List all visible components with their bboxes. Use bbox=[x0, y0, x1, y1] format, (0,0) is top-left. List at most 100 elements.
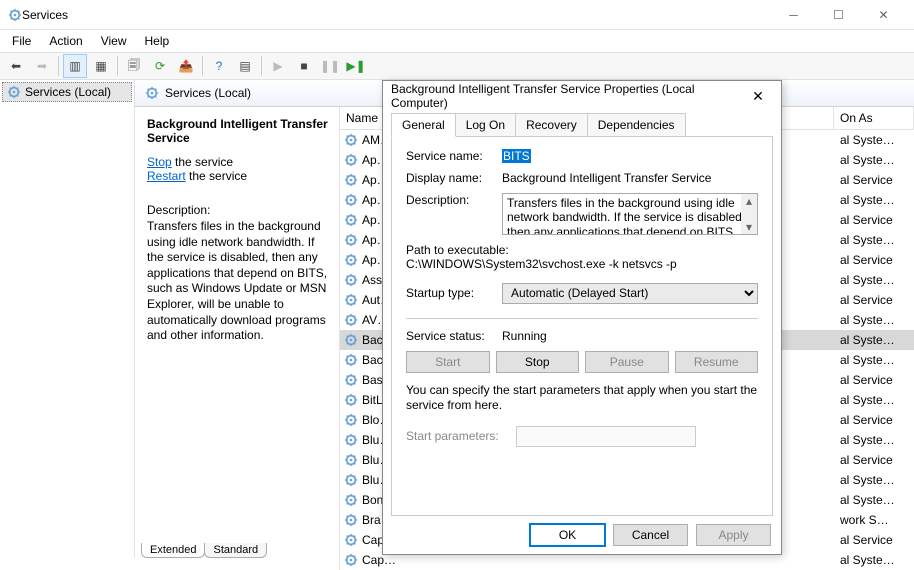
dialog-close-button[interactable]: ✕ bbox=[743, 88, 773, 105]
maximize-button[interactable]: ☐ bbox=[816, 0, 861, 29]
cancel-button[interactable]: Cancel bbox=[613, 524, 688, 546]
gear-icon bbox=[344, 393, 358, 407]
tab-recovery[interactable]: Recovery bbox=[515, 113, 588, 137]
service-logon-cell: al Service bbox=[840, 253, 910, 267]
description-label: Description: bbox=[147, 203, 329, 217]
dialog-title: Background Intelligent Transfer Service … bbox=[391, 82, 743, 110]
service-logon-cell: al Syste… bbox=[840, 233, 910, 247]
path-label: Path to executable: bbox=[406, 243, 758, 257]
dialog-resume-button: Resume bbox=[675, 351, 759, 373]
service-logon-cell: al Syste… bbox=[840, 273, 910, 287]
service-logon-cell: al Service bbox=[840, 173, 910, 187]
dialog-description-label: Description: bbox=[406, 193, 502, 207]
tab-standard[interactable]: Standard bbox=[204, 543, 267, 558]
description-scrollbar[interactable]: ▴▾ bbox=[741, 194, 757, 234]
gear-icon bbox=[344, 233, 358, 247]
tree-root-item[interactable]: Services (Local) bbox=[2, 82, 132, 102]
service-name-value[interactable]: BITS bbox=[502, 149, 531, 163]
menu-help[interactable]: Help bbox=[137, 32, 178, 50]
gear-icon bbox=[344, 553, 358, 567]
dialog-pause-button: Pause bbox=[585, 351, 669, 373]
start-params-label: Start parameters: bbox=[406, 429, 506, 443]
service-logon-cell: al Syste… bbox=[840, 153, 910, 167]
properties-button[interactable]: 🗐 bbox=[122, 54, 146, 78]
service-name-cell: Cap… bbox=[362, 553, 396, 567]
help-button[interactable]: ? bbox=[207, 54, 231, 78]
tab-logon[interactable]: Log On bbox=[455, 113, 516, 137]
start-params-input bbox=[516, 426, 696, 447]
service-logon-cell: al Service bbox=[840, 373, 910, 387]
menu-action[interactable]: Action bbox=[41, 32, 90, 50]
action-button[interactable]: ▤ bbox=[233, 54, 257, 78]
stop-service-button[interactable]: ■ bbox=[292, 54, 316, 78]
service-logon-cell: al Syste… bbox=[840, 433, 910, 447]
stop-link[interactable]: Stop bbox=[147, 155, 172, 169]
gear-icon bbox=[145, 86, 159, 100]
startup-type-label: Startup type: bbox=[406, 286, 502, 300]
window-titlebar: Services ─ ☐ ✕ bbox=[0, 0, 914, 30]
pause-service-button[interactable]: ❚❚ bbox=[318, 54, 342, 78]
tree-pane: Services (Local) bbox=[0, 80, 135, 558]
menu-view[interactable]: View bbox=[93, 32, 135, 50]
restart-service-button[interactable]: ▶❚ bbox=[344, 54, 368, 78]
service-logon-cell: al Syste… bbox=[840, 393, 910, 407]
window-title: Services bbox=[22, 8, 68, 22]
content-header-label: Services (Local) bbox=[165, 86, 251, 100]
close-button[interactable]: ✕ bbox=[861, 0, 906, 29]
gear-icon bbox=[344, 293, 358, 307]
gear-icon bbox=[344, 433, 358, 447]
gear-icon bbox=[344, 513, 358, 527]
dialog-start-button: Start bbox=[406, 351, 490, 373]
gear-icon bbox=[344, 333, 358, 347]
service-logon-cell: al Service bbox=[840, 413, 910, 427]
apply-button: Apply bbox=[696, 524, 771, 546]
service-name-label: Service name: bbox=[406, 149, 502, 163]
dialog-description-box[interactable]: Transfers files in the background using … bbox=[502, 193, 758, 235]
tab-dependencies[interactable]: Dependencies bbox=[587, 113, 686, 137]
service-logon-cell: al Service bbox=[840, 213, 910, 227]
service-status-label: Service status: bbox=[406, 329, 502, 343]
show-hide-tree-button[interactable]: ▥ bbox=[63, 54, 87, 78]
menu-file[interactable]: File bbox=[4, 32, 39, 50]
gear-icon bbox=[344, 413, 358, 427]
column-logon[interactable]: On As bbox=[834, 107, 914, 129]
view-button[interactable]: ▦ bbox=[89, 54, 113, 78]
service-logon-cell: al Syste… bbox=[840, 333, 910, 347]
menubar: File Action View Help bbox=[0, 30, 914, 52]
gear-icon bbox=[344, 473, 358, 487]
service-status-value: Running bbox=[502, 329, 547, 343]
gear-icon bbox=[344, 133, 358, 147]
service-logon-cell: al Service bbox=[840, 453, 910, 467]
service-logon-cell: al Syste… bbox=[840, 553, 910, 567]
startup-type-select[interactable]: Automatic (Delayed Start) bbox=[502, 283, 758, 304]
gear-icon bbox=[344, 153, 358, 167]
service-logon-cell: work S… bbox=[840, 513, 910, 527]
app-icon bbox=[8, 8, 22, 22]
export-button[interactable]: 📤 bbox=[174, 54, 198, 78]
minimize-button[interactable]: ─ bbox=[771, 0, 816, 29]
gear-icon bbox=[344, 213, 358, 227]
ok-button[interactable]: OK bbox=[530, 524, 605, 546]
tab-extended[interactable]: Extended bbox=[141, 543, 205, 558]
selected-service-name: Background Intelligent Transfer Service bbox=[147, 117, 329, 145]
back-button[interactable]: ⬅ bbox=[4, 54, 28, 78]
properties-dialog: Background Intelligent Transfer Service … bbox=[382, 80, 782, 555]
service-logon-cell: al Syste… bbox=[840, 493, 910, 507]
service-logon-cell: al Syste… bbox=[840, 473, 910, 487]
detail-pane: Background Intelligent Transfer Service … bbox=[135, 107, 340, 570]
display-name-value: Background Intelligent Transfer Service bbox=[502, 171, 758, 185]
dialog-stop-button[interactable]: Stop bbox=[496, 351, 580, 373]
gear-icon bbox=[344, 453, 358, 467]
forward-button[interactable]: ➡ bbox=[30, 54, 54, 78]
start-service-button[interactable]: ▶ bbox=[266, 54, 290, 78]
tab-general[interactable]: General bbox=[391, 113, 456, 137]
gear-icon bbox=[344, 253, 358, 267]
start-params-note: You can specify the start parameters tha… bbox=[406, 383, 758, 414]
gear-icon bbox=[344, 193, 358, 207]
restart-link[interactable]: Restart bbox=[147, 169, 186, 183]
service-logon-cell: al Service bbox=[840, 533, 910, 547]
path-value: C:\WINDOWS\System32\svchost.exe -k netsv… bbox=[406, 257, 758, 273]
refresh-button[interactable]: ⟳ bbox=[148, 54, 172, 78]
gear-icon bbox=[344, 173, 358, 187]
gear-icon bbox=[7, 85, 21, 99]
